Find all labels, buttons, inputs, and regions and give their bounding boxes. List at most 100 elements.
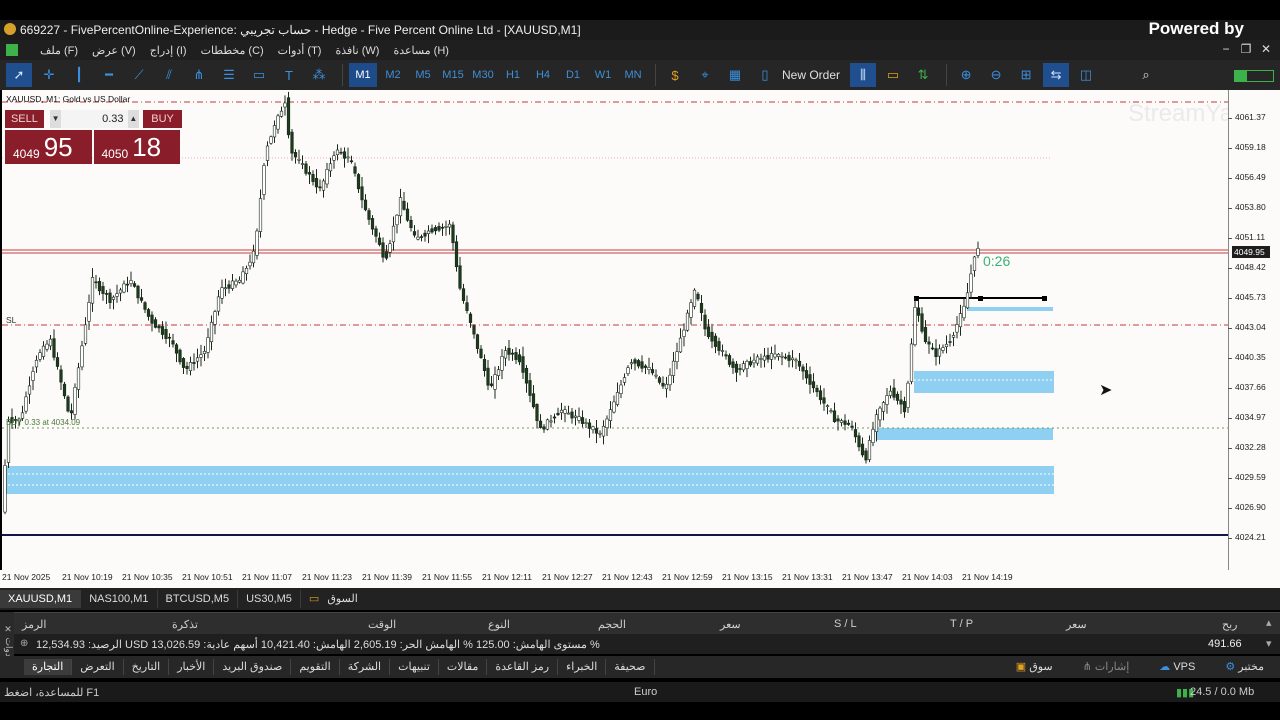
tab-history[interactable]: التاريخ: [124, 659, 170, 675]
candle-body: [839, 420, 844, 423]
candle-body: [146, 309, 151, 317]
channel-icon[interactable]: ⫽: [156, 63, 182, 87]
dollar-icon[interactable]: $: [662, 63, 688, 87]
timeframe-m15[interactable]: M15: [439, 63, 467, 87]
timeframe-mn[interactable]: MN: [619, 63, 647, 87]
restore-icon[interactable]: ❐: [1236, 42, 1256, 56]
search-icon[interactable]: ⌕: [1133, 63, 1159, 87]
tab-alerts[interactable]: تنبيهات: [390, 659, 439, 675]
candles-icon[interactable]: ⫼: [850, 63, 877, 87]
col-ticket[interactable]: تذكرة: [172, 618, 198, 631]
minimize-icon[interactable]: −: [1216, 42, 1236, 56]
col-current-price[interactable]: سعر: [1066, 618, 1087, 631]
col-sl[interactable]: S / L: [834, 618, 857, 630]
tab-journal[interactable]: صحيفة: [606, 659, 655, 675]
buy-price-button[interactable]: 4050 18: [93, 130, 180, 164]
timeframe-w1[interactable]: W1: [589, 63, 617, 87]
col-price[interactable]: سعر: [720, 618, 741, 631]
tab-vps[interactable]: ☁ VPS: [1151, 659, 1203, 675]
tab-exposure[interactable]: التعرض: [72, 659, 124, 675]
price-tick: 4059.18: [1228, 142, 1266, 152]
shapes-icon[interactable]: ▭: [246, 63, 272, 87]
col-type[interactable]: النوع: [488, 618, 510, 631]
timeframe-h4[interactable]: H4: [529, 63, 557, 87]
candle-body: [832, 410, 837, 423]
menu-file[interactable]: ملف (F): [40, 44, 78, 57]
tile-windows-icon[interactable]: ⊞: [1013, 63, 1039, 87]
tab-signals-label: إشارات: [1094, 661, 1130, 673]
candle-body: [962, 305, 966, 319]
chart-area[interactable]: [2, 90, 1228, 570]
tab-company[interactable]: الشركة: [340, 659, 391, 675]
vertical-line-icon[interactable]: ┃: [66, 63, 92, 87]
col-profit[interactable]: ربح: [1222, 618, 1237, 631]
text-icon[interactable]: T: [276, 63, 302, 87]
timeframe-h1[interactable]: H1: [499, 63, 527, 87]
folder-icon[interactable]: ▭: [880, 63, 906, 87]
screenshot-icon[interactable]: ◫: [1073, 63, 1099, 87]
auto-trading-icon[interactable]: ⇅: [910, 63, 936, 87]
menu-insert[interactable]: إدراج (I): [150, 44, 187, 57]
tab-experts[interactable]: الخبراء: [558, 659, 607, 675]
timeframe-m5[interactable]: M5: [409, 63, 437, 87]
lot-input[interactable]: 0.33: [61, 110, 128, 128]
autoscroll-icon[interactable]: ⇆: [1043, 63, 1070, 87]
chart-tab-us30[interactable]: US30,M5: [238, 590, 301, 608]
pitchfork-icon[interactable]: ⋔: [186, 63, 212, 87]
scroll-up-icon[interactable]: ▴: [1266, 616, 1272, 629]
tab-calendar[interactable]: التقويم: [291, 659, 340, 675]
timeframe-m2[interactable]: M2: [379, 63, 407, 87]
col-symbol[interactable]: الرمز: [22, 618, 46, 631]
chart-tab-nas100[interactable]: NAS100,M1: [81, 590, 158, 608]
candle-body: [45, 343, 49, 350]
timeframe-d1[interactable]: D1: [559, 63, 587, 87]
lot-increase-icon[interactable]: ▲: [127, 110, 140, 128]
cursor-icon[interactable]: ➚: [6, 63, 32, 87]
tab-code-base[interactable]: رمز القاعدة: [487, 659, 559, 675]
indicators-icon[interactable]: ▦: [722, 63, 748, 87]
sell-price-button[interactable]: 4049 95: [5, 130, 92, 164]
menu-view[interactable]: عرض (V): [92, 44, 136, 57]
chart-tab-market[interactable]: ▭ السوق: [301, 590, 366, 608]
zoom-out-icon[interactable]: ⊖: [983, 63, 1009, 87]
tab-mailbox[interactable]: صندوق البريد: [214, 659, 292, 675]
crosshair-icon[interactable]: ✛: [36, 63, 62, 87]
timeframe-m30[interactable]: M30: [469, 63, 497, 87]
depth-icon[interactable]: ⌖: [692, 63, 718, 87]
menu-charts[interactable]: مخططات (C): [201, 44, 264, 57]
status-profile[interactable]: Euro: [634, 686, 657, 698]
candle-body: [874, 414, 879, 433]
lot-decrease-icon[interactable]: ▼: [49, 110, 62, 128]
fibonacci-icon[interactable]: ☰: [216, 63, 242, 87]
chart-tab-btcusd[interactable]: BTCUSD,M5: [158, 590, 239, 608]
menu-tools[interactable]: أدوات (T): [278, 44, 322, 57]
expand-icon[interactable]: ⊕: [20, 638, 28, 649]
tab-market-right[interactable]: ▣ سوق: [1008, 659, 1061, 675]
horizontal-line-icon[interactable]: ━: [96, 63, 122, 87]
close-icon[interactable]: ✕: [1256, 42, 1276, 56]
col-tp[interactable]: T / P: [950, 618, 973, 630]
tab-news[interactable]: الأخبار: [169, 659, 215, 675]
col-time[interactable]: الوقت: [368, 618, 396, 631]
new-order-button[interactable]: New Order: [782, 68, 840, 82]
sell-button[interactable]: SELL: [5, 110, 44, 128]
time-axis[interactable]: 21 Nov 2025 21 Nov 10:19 21 Nov 10:35 21 No…: [0, 570, 1280, 588]
tab-tester[interactable]: ⚙ مختبر: [1217, 659, 1272, 675]
tab-articles[interactable]: مقالات: [439, 659, 488, 675]
zoom-in-icon[interactable]: ⊕: [953, 63, 979, 87]
price-axis[interactable]: 4061.37 4059.18 4056.49 4053.80 4051.11 4048.…: [1227, 90, 1280, 570]
tab-signals[interactable]: ⋔ إشارات: [1075, 659, 1138, 675]
objects-icon[interactable]: ⁂: [306, 63, 332, 87]
scroll-down-icon[interactable]: ▾: [1266, 637, 1272, 650]
menu-help[interactable]: مساعدة (H): [393, 44, 449, 57]
toolbox-close-icon[interactable]: ✕: [4, 625, 14, 635]
col-volume[interactable]: الحجم: [598, 618, 626, 631]
price-chart[interactable]: [2, 90, 1228, 570]
tab-trade[interactable]: التجارة: [24, 659, 73, 675]
new-order-icon[interactable]: ▯: [752, 63, 778, 87]
buy-button[interactable]: BUY: [143, 110, 182, 128]
timeframe-m1[interactable]: M1: [349, 63, 377, 87]
menu-window[interactable]: نافذة (W): [335, 44, 379, 57]
trendline-icon[interactable]: ⟋: [126, 63, 152, 87]
chart-tab-xauusd[interactable]: XAUUSD,M1: [0, 590, 82, 608]
